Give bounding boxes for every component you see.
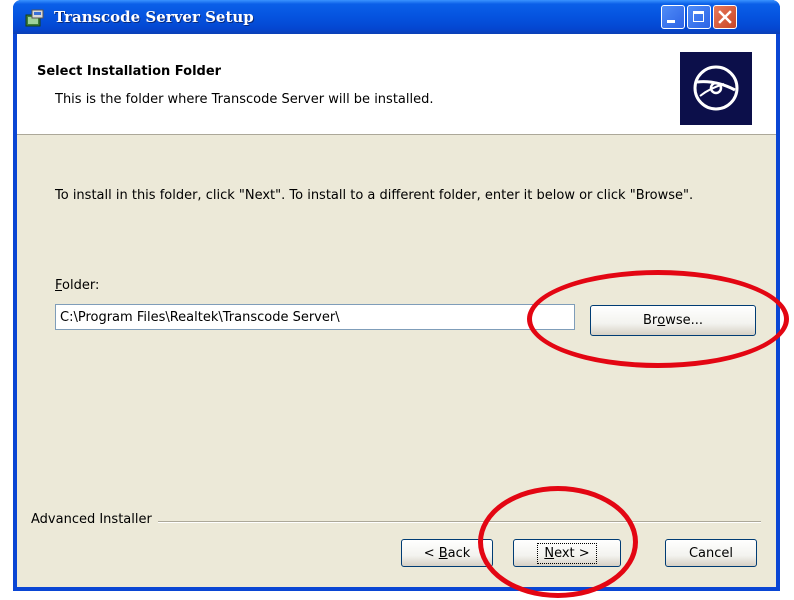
folder-label: Folder: bbox=[55, 278, 100, 293]
maximize-icon[interactable] bbox=[687, 5, 711, 29]
annotation-circle-browse bbox=[527, 270, 789, 368]
cd-disc-icon bbox=[680, 52, 752, 125]
minimize-icon[interactable] bbox=[661, 5, 685, 29]
annotation-circle-next bbox=[478, 486, 638, 598]
advanced-installer-label: Advanced Installer bbox=[31, 512, 158, 527]
header-banner: Select Installation Folder This is the f… bbox=[17, 34, 776, 135]
instructions-text: To install in this folder, click "Next".… bbox=[55, 188, 694, 203]
folder-path-input[interactable] bbox=[55, 304, 575, 330]
title-bar[interactable]: Transcode Server Setup bbox=[13, 0, 780, 34]
window-title: Transcode Server Setup bbox=[54, 8, 254, 26]
page-title: Select Installation Folder bbox=[37, 64, 222, 79]
close-icon[interactable] bbox=[713, 5, 737, 29]
page-subtitle: This is the folder where Transcode Serve… bbox=[55, 92, 434, 107]
cancel-button[interactable]: Cancel bbox=[665, 539, 757, 567]
installer-app-icon bbox=[25, 8, 45, 28]
